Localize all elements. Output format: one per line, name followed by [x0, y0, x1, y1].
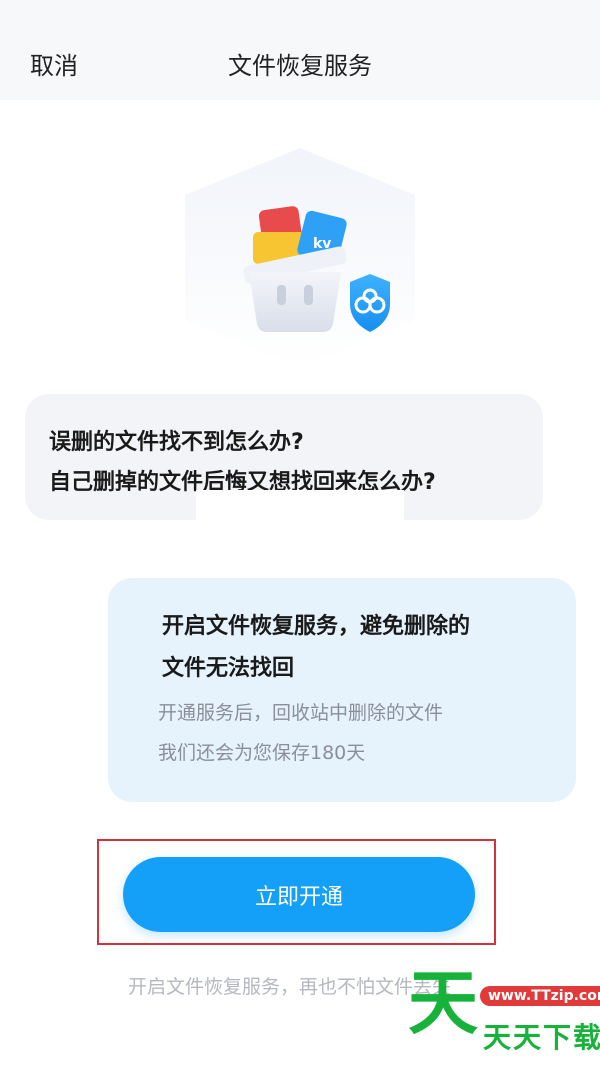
top-bar: 取消 文件恢复服务 [0, 0, 600, 100]
answer-heading-line-2: 文件无法找回 [162, 656, 295, 681]
answer-bubble: 开启文件恢复服务，避免删除的 文件无法找回 开通服务后，回收站中删除的文件 我们… [108, 578, 576, 802]
watermark-big-char: 天 [408, 962, 478, 1044]
illustration-svg: kv [185, 148, 415, 368]
watermark-text: 天天下载 [483, 1021, 600, 1054]
page-title: 文件恢复服务 [228, 52, 372, 80]
activate-now-button[interactable]: 立即开通 [123, 857, 475, 932]
answer-description-line-1: 开通服务后，回收站中删除的文件 [158, 702, 444, 724]
answer-heading-line-1: 开启文件恢复服务，避免删除的 [162, 614, 471, 639]
footer-note: 开启文件恢复服务，再也不怕文件丢失 [128, 976, 452, 998]
question-line-1: 误删的文件找不到怎么办? [49, 430, 304, 455]
answer-description-line-2: 我们还会为您保存180天 [158, 742, 366, 764]
watermark-url: www.TTzip.com [480, 986, 600, 1006]
trash-bin-recovery-illustration: kv [165, 140, 435, 375]
watermark-logo: 天 www.TTzip.com 天天下载 [408, 968, 600, 1060]
